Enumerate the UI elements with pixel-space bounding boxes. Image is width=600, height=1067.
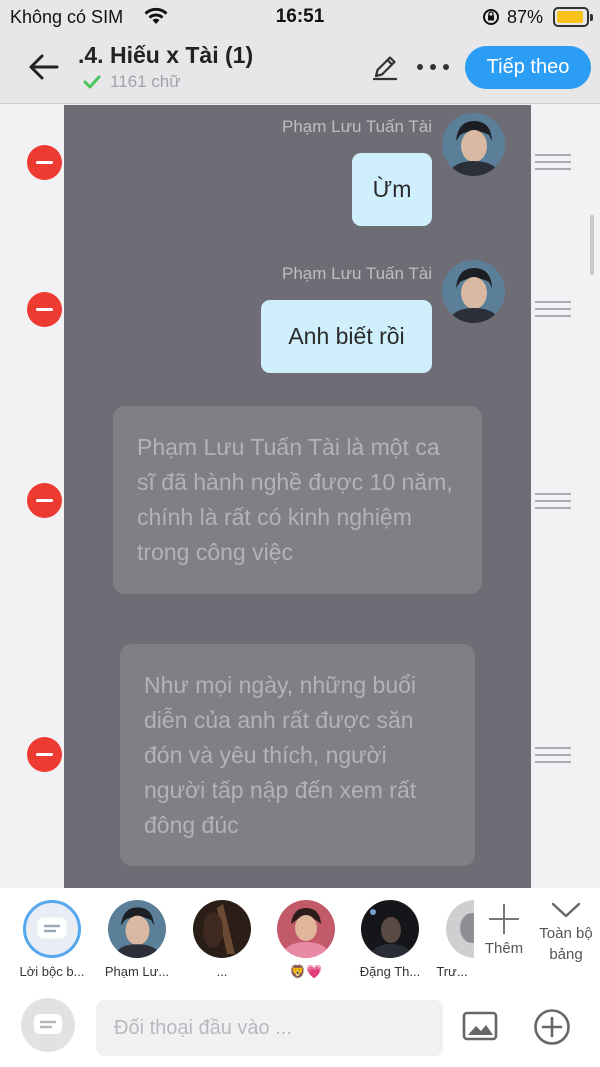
all-board-button[interactable]: Toàn bộ bảng bbox=[532, 902, 600, 965]
delete-row-button[interactable] bbox=[27, 737, 62, 772]
character-item[interactable]: Đặng Th... bbox=[353, 900, 427, 979]
speaker-name: Phạm Lưu Tuấn Tài bbox=[282, 117, 432, 136]
delete-row-button[interactable] bbox=[27, 145, 62, 180]
page-title: .4. Hiếu x Tài (1) bbox=[78, 42, 254, 68]
character-label: ... bbox=[216, 964, 228, 979]
avatar[interactable] bbox=[442, 260, 505, 323]
word-count: 1161 chữ bbox=[82, 72, 181, 92]
narrator-icon bbox=[23, 900, 81, 958]
add-character-button[interactable]: Thêm bbox=[478, 902, 530, 957]
scrollbar[interactable] bbox=[590, 215, 594, 275]
avatar bbox=[108, 900, 166, 958]
script-editor-list[interactable]: Phạm Lưu Tuấn Tài Ừm Phạm Lưu Tuấn Tài A… bbox=[0, 105, 600, 888]
drag-handle-icon[interactable] bbox=[535, 747, 571, 763]
more-options-icon[interactable] bbox=[415, 64, 451, 72]
image-icon[interactable] bbox=[462, 1010, 498, 1042]
narration-bubble[interactable]: Như mọi ngày, những buổi diễn của anh rấ… bbox=[120, 644, 475, 866]
rotation-lock-icon bbox=[483, 9, 499, 25]
battery-icon bbox=[553, 7, 593, 27]
battery-fill bbox=[557, 11, 583, 23]
character-label: Trư... bbox=[436, 964, 468, 979]
narration-toggle-button[interactable] bbox=[21, 998, 75, 1052]
next-button[interactable]: Tiếp theo bbox=[465, 46, 591, 89]
add-character-label: Thêm bbox=[484, 940, 524, 957]
back-arrow-icon[interactable] bbox=[26, 50, 60, 84]
avatar[interactable] bbox=[442, 113, 505, 176]
all-board-label: Toàn bộ bảng bbox=[539, 925, 593, 963]
status-bar: Không có SIM 16:51 87% bbox=[0, 0, 600, 34]
character-item[interactable]: ... bbox=[185, 900, 259, 979]
avatar bbox=[277, 900, 335, 958]
character-label: Đặng Th... bbox=[359, 964, 421, 979]
dialogue-bubble[interactable]: Ừm bbox=[352, 153, 432, 226]
pencil-icon[interactable] bbox=[370, 52, 400, 82]
drag-handle-icon[interactable] bbox=[535, 154, 571, 170]
add-circle-icon[interactable] bbox=[533, 1008, 571, 1046]
battery-percent: 87% bbox=[507, 7, 544, 27]
input-bar bbox=[0, 984, 600, 1067]
drag-handle-icon[interactable] bbox=[535, 493, 571, 509]
character-narrator[interactable]: Lời bộc b... bbox=[15, 900, 89, 979]
chevron-down-icon bbox=[551, 902, 581, 918]
avatar bbox=[446, 900, 474, 958]
editor-header: .4. Hiếu x Tài (1) 1161 chữ Tiếp theo bbox=[0, 34, 600, 104]
word-count-text: 1161 chữ bbox=[110, 72, 181, 91]
narration-bubble[interactable]: Phạm Lưu Tuấn Tài là một ca sĩ đã hành n… bbox=[113, 406, 482, 594]
avatar bbox=[193, 900, 251, 958]
speaker-name: Phạm Lưu Tuấn Tài bbox=[282, 264, 432, 283]
character-item[interactable]: Phạm Lư... bbox=[100, 900, 174, 979]
character-label: Phạm Lư... bbox=[104, 964, 170, 979]
plus-icon bbox=[489, 904, 519, 934]
character-bar: Lời bộc b... Phạm Lư... ... 🦁💗 Đặng Th..… bbox=[0, 888, 600, 984]
dialogue-bubble[interactable]: Anh biết rồi bbox=[261, 300, 432, 373]
character-item[interactable]: 🦁💗 bbox=[269, 900, 343, 980]
check-icon bbox=[83, 75, 101, 89]
character-item[interactable]: Trư... bbox=[430, 900, 474, 979]
dialogue-input[interactable] bbox=[96, 1000, 443, 1056]
character-label: 🦁💗 bbox=[289, 964, 323, 979]
avatar bbox=[361, 900, 419, 958]
delete-row-button[interactable] bbox=[27, 292, 62, 327]
character-label: Lời bộc b... bbox=[19, 964, 85, 979]
delete-row-button[interactable] bbox=[27, 483, 62, 518]
drag-handle-icon[interactable] bbox=[535, 301, 571, 317]
narrator-icon bbox=[34, 1014, 62, 1034]
